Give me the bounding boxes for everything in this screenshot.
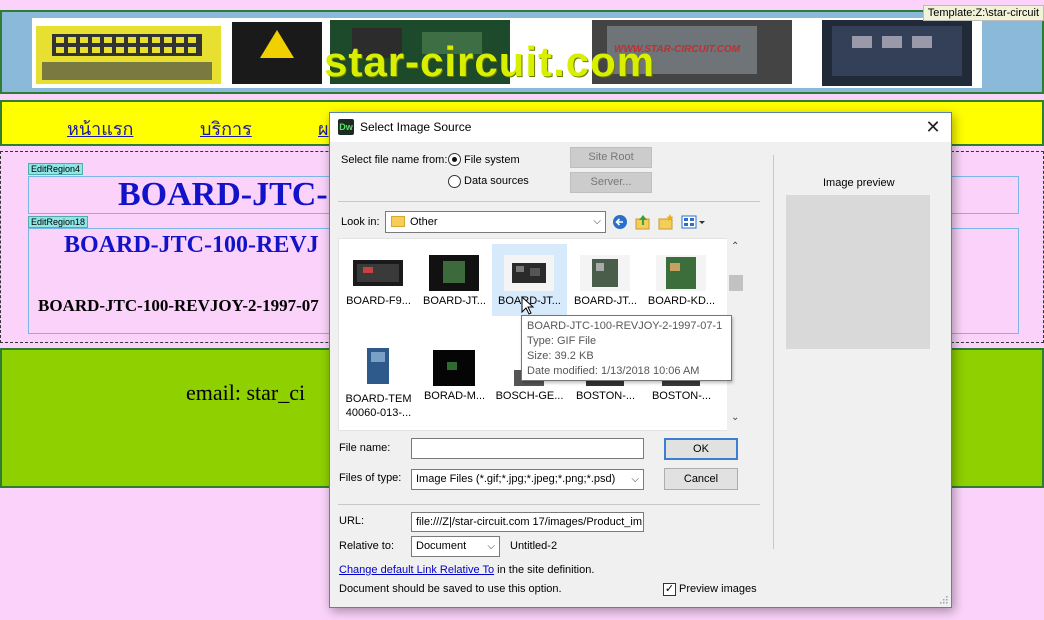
file-thumbnail [429, 255, 479, 291]
image-preview-label: Image preview [823, 177, 895, 189]
template-tag: Template:Z:\star-circuit [922, 5, 1044, 21]
view-menu-icon [681, 215, 705, 229]
file-name: BOARD-JT... [574, 295, 637, 307]
files-of-type-value: Image Files (*.gif;*.jpg;*.jpeg;*.png;*.… [416, 473, 616, 485]
page-subtitle: BOARD-JTC-100-REVJ [64, 232, 319, 258]
server-button[interactable]: Server... [570, 172, 652, 193]
file-item[interactable]: BORAD-M... [417, 339, 492, 411]
banner-image: WWW.STAR-CIRCUIT.COM star-circuit.com [32, 18, 982, 88]
file-thumbnail [433, 350, 475, 386]
back-icon [613, 215, 627, 229]
file-name: BOARD-TEM [345, 393, 412, 405]
close-button[interactable]: ✕ [921, 116, 945, 138]
preview-images-checkbox[interactable]: ✓ [663, 583, 676, 596]
chevron-down-icon: ⌵ [487, 541, 495, 552]
mouse-cursor-icon [521, 296, 535, 315]
page-title: BOARD-JTC- [118, 176, 328, 213]
file-item[interactable]: BOARD-F9... [341, 244, 416, 316]
relative-document-name: Untitled-2 [510, 540, 558, 552]
file-item[interactable]: BOARD-JT... [417, 244, 492, 316]
file-name-label: File name: [339, 442, 391, 454]
banner-logo-text: star-circuit.com [324, 38, 656, 85]
file-tooltip: BOARD-JTC-100-REVJOY-2-1997-07-1 Type: G… [521, 315, 732, 381]
radio-file-system-label[interactable]: File system [464, 154, 520, 166]
select-from-label: Select file name from: [341, 154, 448, 166]
up-folder-icon [635, 215, 650, 230]
look-in-value: Other [410, 216, 438, 228]
nav-link-partial[interactable]: ผ [318, 114, 329, 143]
file-thumbnail [580, 255, 630, 291]
divider [338, 504, 760, 505]
radio-data-sources-label[interactable]: Data sources [464, 175, 529, 187]
nav-link-home[interactable]: หน้าแรก [67, 114, 133, 143]
edit-region-tag: EditRegion18 [28, 216, 89, 228]
look-in-label: Look in: [341, 216, 380, 228]
files-of-type-select[interactable]: Image Files (*.gif;*.jpg;*.jpeg;*.png;*.… [411, 469, 644, 490]
relative-to-value: Document [416, 540, 467, 552]
file-name: BORAD-M... [423, 390, 486, 402]
relative-to-select[interactable]: Document ⌵ [411, 536, 500, 557]
dialog-title: Select Image Source [360, 120, 472, 134]
select-image-dialog: Dw Select Image Source ✕ Select file nam… [329, 112, 952, 608]
chevron-down-icon: ⌵ [631, 474, 639, 485]
file-name: BOARD-F9... [346, 295, 411, 307]
file-name: BOSTON-... [575, 390, 636, 402]
tooltip-size: Size: 39.2 KB [527, 350, 594, 362]
look-in-select[interactable]: Other ⌵ [385, 211, 606, 233]
file-item[interactable]: BOARD-TEM 40060-013-... [341, 339, 416, 429]
file-name: BOARD-JT... [423, 295, 486, 307]
file-thumbnail [504, 255, 554, 291]
file-toolbar [613, 214, 705, 230]
url-input[interactable]: file:///Z|/star-circuit.com 17/images/Pr… [411, 512, 644, 532]
file-name: BOSCH-GE... [495, 390, 564, 402]
file-name-input[interactable] [411, 438, 644, 459]
preview-divider [773, 155, 774, 549]
file-thumbnail [367, 348, 389, 384]
nav-link-services[interactable]: บริการ [200, 114, 252, 143]
dialog-titlebar[interactable]: Dw Select Image Source ✕ [330, 113, 951, 142]
scroll-up-icon[interactable]: ⌃ [731, 241, 739, 252]
site-root-button[interactable]: Site Root [570, 147, 652, 168]
save-note: Document should be saved to use this opt… [339, 583, 562, 595]
chevron-down-icon: ⌵ [593, 216, 601, 227]
change-default-link[interactable]: Change default Link Relative To [339, 564, 494, 576]
change-link-suffix: in the site definition. [494, 564, 595, 576]
files-of-type-label: Files of type: [339, 472, 402, 484]
file-thumbnail [656, 255, 706, 291]
relative-to-label: Relative to: [339, 540, 395, 552]
resize-grip-icon[interactable] [938, 594, 948, 604]
change-link-row: Change default Link Relative To in the s… [339, 564, 594, 576]
file-name-line2: 40060-013-... [345, 407, 412, 419]
edit-region-tag: EditRegion4 [28, 163, 84, 175]
radio-data-sources[interactable] [448, 175, 461, 188]
dreamweaver-icon: Dw [338, 119, 354, 135]
email-text: email: star_ci [186, 380, 306, 405]
radio-file-system[interactable] [448, 153, 461, 166]
file-item[interactable]: BOARD-JT... [568, 244, 643, 316]
scrollbar-thumb[interactable] [729, 275, 743, 291]
cancel-button[interactable]: Cancel [664, 468, 738, 490]
tooltip-date: Date modified: 1/13/2018 10:06 AM [527, 365, 700, 377]
image-preview-box [786, 195, 930, 349]
divider [338, 201, 760, 202]
folder-icon [391, 216, 405, 227]
ok-button[interactable]: OK [664, 438, 738, 460]
new-folder-icon [658, 214, 674, 230]
tooltip-type: Type: GIF File [527, 335, 597, 347]
file-thumbnail [353, 260, 403, 286]
file-name: BOARD-KD... [647, 295, 716, 307]
tooltip-file-name: BOARD-JTC-100-REVJOY-2-1997-07-1 [527, 320, 723, 332]
url-label: URL: [339, 515, 365, 527]
preview-images-label[interactable]: Preview images [679, 583, 757, 595]
file-item[interactable]: BOARD-KD... [644, 244, 719, 316]
product-name: BOARD-JTC-100-REVJOY-2-1997-07 [38, 296, 319, 315]
file-name: BOSTON-... [651, 390, 712, 402]
scroll-down-icon[interactable]: ⌄ [731, 412, 739, 423]
